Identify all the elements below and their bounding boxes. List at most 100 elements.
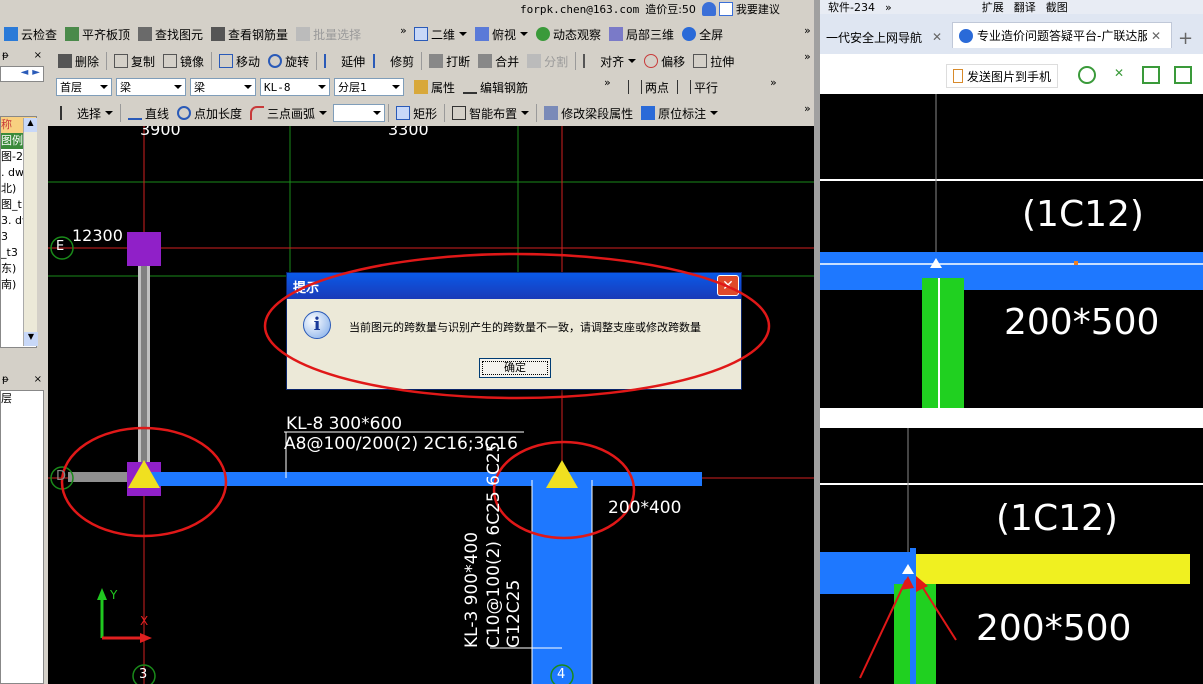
layer-select[interactable]: 分层1 (334, 78, 404, 96)
translate-link[interactable]: 翻译 (1014, 0, 1036, 15)
new-tab-button[interactable]: + (1178, 28, 1193, 49)
offset-button[interactable]: 偏移 (640, 50, 689, 72)
tab-glodon[interactable]: 专业造价问题答疑平台-广联达服 ✕ (952, 22, 1172, 48)
mirror-icon (163, 54, 178, 68)
toolbar-2: 删除 复制 镜像 移动 旋转 延伸 修剪 打断 合并 分割 对齐 偏移 拉伸 (54, 49, 738, 73)
split-button[interactable]: 分割 (523, 50, 572, 72)
rotate-icon (268, 54, 283, 68)
trim-button[interactable]: 修剪 (369, 50, 418, 72)
break-button[interactable]: 打断 (425, 50, 474, 72)
suggest-link[interactable]: 我要建议 (736, 1, 780, 17)
parallel-button[interactable]: 平行 (673, 76, 722, 98)
toolbar-overflow-3[interactable]: » (804, 50, 811, 63)
image-2-size: 200*500 (976, 608, 1132, 649)
edit-rebar-icon (463, 80, 478, 94)
batch-select-button[interactable]: 批量选择 (292, 23, 365, 45)
fullscreen-button[interactable]: 全屏 (678, 23, 727, 45)
toolbar-overflow-5[interactable]: » (770, 76, 777, 89)
smart-layout-button[interactable]: 智能布置 (448, 102, 533, 124)
chat-icon[interactable] (718, 2, 733, 16)
app-window: forpk.chen@163.com 造价豆:50 我要建议 云检查 平齐板顶 … (0, 0, 818, 684)
more-icon[interactable]: » (885, 1, 892, 14)
local-3d-button[interactable]: 局部三维 (605, 23, 678, 45)
arc-mode-select[interactable] (333, 104, 386, 122)
left-panel-2-header: ᵽ × (0, 374, 44, 388)
share-icon[interactable] (1174, 66, 1192, 84)
break-icon (429, 54, 444, 68)
extension-link[interactable]: 扩展 (982, 0, 1004, 15)
mirror-button[interactable]: 镜像 (159, 50, 208, 72)
top-view-button[interactable]: 俯视 (471, 23, 532, 45)
axis-4-label: 4 (557, 667, 566, 682)
delete-button[interactable]: 删除 (54, 50, 103, 72)
toolbar-overflow-6[interactable]: » (804, 102, 811, 115)
two-point-button[interactable]: 两点 (624, 76, 673, 98)
modify-segment-button[interactable]: 修改梁段属性 (540, 102, 637, 124)
toolbar-overflow-2[interactable]: » (804, 24, 811, 37)
line-button[interactable]: 直线 (124, 102, 173, 124)
name-select[interactable]: KL-8 (260, 78, 330, 96)
edit-rebar-button[interactable]: 编辑钢筋 (459, 76, 532, 98)
point-length-button[interactable]: 点加长度 (173, 102, 246, 124)
image-1-rebar: (1C12) (1022, 194, 1144, 235)
merge-button[interactable]: 合并 (474, 50, 523, 72)
kl3-name: KL-3 900*400 (462, 531, 482, 648)
extend-button[interactable]: 延伸 (320, 50, 369, 72)
phone-icon (953, 69, 963, 83)
in-situ-mark-button[interactable]: 原位标注 (637, 102, 722, 124)
find-element-button[interactable]: 查找图元 (134, 23, 207, 45)
save-icon[interactable] (1142, 66, 1160, 84)
fullscreen-icon (682, 27, 697, 41)
view-rebar-button[interactable]: 查看钢筋量 (207, 23, 292, 45)
three-point-arc-button[interactable]: 三点画弧 (246, 102, 331, 124)
close-icon[interactable]: ✕ (932, 30, 942, 44)
close-icon[interactable]: ✕ (1151, 29, 1161, 43)
properties-button[interactable]: 属性 (410, 76, 459, 98)
bell-icon[interactable] (701, 2, 716, 16)
copy-button[interactable]: 复制 (110, 50, 159, 72)
cad-canvas[interactable]: 3900 3300 12300 E D 3 4 KL-8 300*600 A8@… (48, 126, 814, 684)
rotate-button[interactable]: 旋转 (264, 50, 313, 72)
send-phone-button[interactable]: 发送图片到手机 (946, 64, 1059, 88)
toolbar-overflow-4[interactable]: » (604, 76, 611, 89)
stretch-button[interactable]: 拉伸 (689, 50, 738, 72)
dim-3900: 3900 (140, 126, 181, 139)
next-arrow-icon[interactable]: ► (32, 67, 40, 81)
align-button[interactable]: 对齐 (579, 50, 640, 72)
toolbar-1-right: 二维 俯视 动态观察 局部三维 全屏 (410, 22, 727, 46)
kl8-name: KL-8 300*600 (286, 414, 403, 434)
select-button[interactable]: 选择 (56, 102, 117, 124)
floor-select[interactable]: 首层 (56, 78, 112, 96)
screenshot-link[interactable]: 截图 (1046, 0, 1068, 15)
type-select-2[interactable]: 梁 (190, 78, 256, 96)
pin-icon[interactable]: ᵽ (2, 374, 9, 388)
toolbar-overflow-1[interactable]: » (400, 24, 407, 37)
type-select-1[interactable]: 梁 (116, 78, 186, 96)
user-email: forpk.chen@163.com (520, 2, 640, 16)
cloud-icon[interactable] (1078, 66, 1096, 84)
flush-slab-button[interactable]: 平齐板顶 (61, 23, 134, 45)
close-icon[interactable]: × (34, 374, 42, 388)
pin-icon[interactable]: ᵽ (2, 50, 9, 64)
close-icon[interactable]: × (34, 50, 42, 64)
extend-icon (324, 54, 338, 68)
prev-arrow-icon[interactable]: ◄ (21, 67, 29, 81)
software-link[interactable]: 软件-234 (828, 0, 875, 15)
screenshot-image-2: (1C12) 200*500 (820, 428, 1203, 684)
cloud-check-icon (4, 27, 18, 41)
expand-icon[interactable]: ✕ (1110, 66, 1128, 84)
list-item[interactable]: 层 (1, 391, 43, 407)
cloud-check-button[interactable]: 云检查 (0, 23, 61, 45)
scroll-up-icon[interactable]: ▲ (24, 118, 37, 132)
rectangle-button[interactable]: 矩形 (392, 102, 441, 124)
dynamic-view-button[interactable]: 动态观察 (532, 23, 605, 45)
tab-safe-nav[interactable]: 一代安全上网导航 ✕ (820, 24, 948, 50)
move-button[interactable]: 移动 (215, 50, 264, 72)
scroll-down-icon[interactable]: ▼ (24, 332, 38, 346)
browser-topbar: 软件-234 » 扩展 翻译 截图 (820, 0, 1203, 14)
rebar-icon (211, 27, 226, 41)
offset-icon (644, 54, 659, 68)
toolbar-3-right: 两点 平行 (624, 76, 722, 98)
left-scrollbar[interactable]: ▲ ▼ (23, 118, 38, 346)
2d-button[interactable]: 二维 (410, 23, 471, 45)
